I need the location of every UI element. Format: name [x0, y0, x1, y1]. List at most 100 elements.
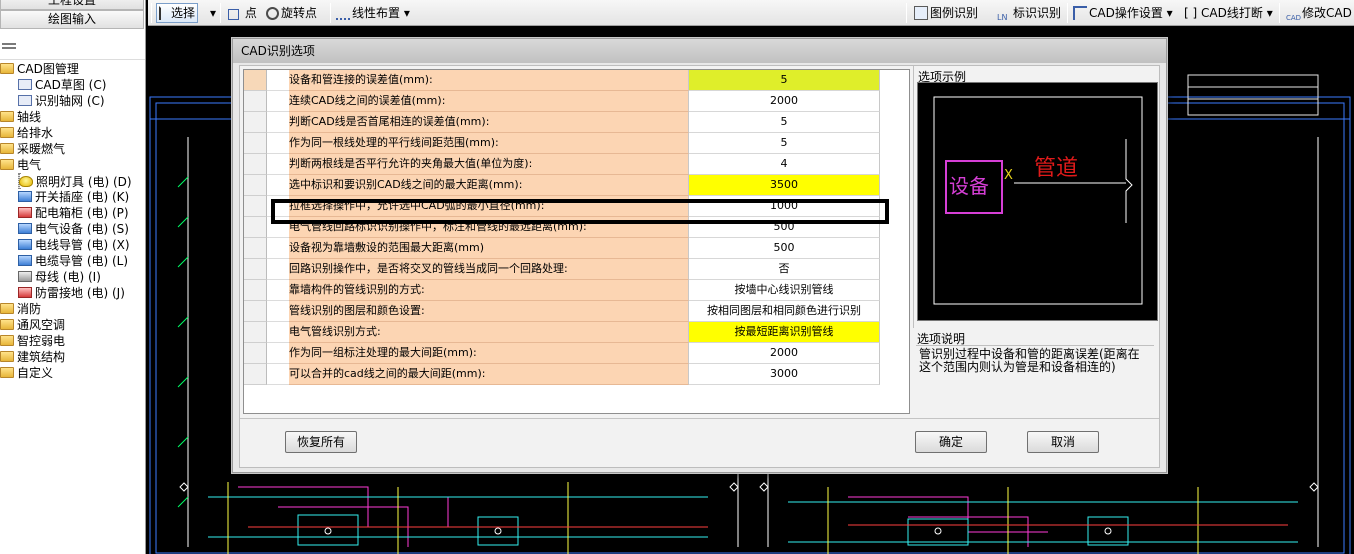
restore-all-button[interactable]: 恢复所有	[285, 431, 357, 453]
project-settings-button[interactable]: 工程设置	[0, 0, 144, 10]
toolbar-separator	[220, 3, 221, 23]
option-value[interactable]: 按最短距离识别管线	[689, 322, 880, 343]
option-value[interactable]: 2000	[689, 343, 880, 364]
row-header[interactable]	[244, 70, 267, 91]
option-row[interactable]: 选中标识和要识别CAD线之间的最大距离(mm): 3500	[244, 175, 880, 196]
option-label: 管线识别的图层和颜色设置:	[289, 301, 689, 322]
option-row[interactable]: 作为同一根线处理的平行线间距范围(mm): 5	[244, 133, 880, 154]
row-header[interactable]	[244, 217, 267, 238]
row-header[interactable]	[244, 259, 267, 280]
dialog-title[interactable]: CAD识别选项	[233, 39, 1166, 63]
row-header[interactable]	[244, 322, 267, 343]
option-value[interactable]: 500	[689, 217, 880, 238]
option-value[interactable]: 5	[689, 112, 880, 133]
option-row[interactable]: 作为同一组标注处理的最大间距(mm): 2000	[244, 343, 880, 364]
row-indent	[267, 238, 289, 259]
rotate-point-button[interactable]: 旋转点	[266, 3, 317, 23]
modify-cad-label: 修改CAD	[1302, 6, 1352, 20]
tree-item-label: 智控弱电	[17, 334, 66, 348]
modify-cad-icon: CAD	[1286, 14, 1302, 22]
option-value[interactable]: 5	[689, 70, 880, 91]
option-row[interactable]: 判断两根线是否平行允许的夹角最大值(单位为度): 4	[244, 154, 880, 175]
row-header[interactable]	[244, 364, 267, 385]
option-row[interactable]: 设备视为靠墙敷设的范围最大距离(mm) 500	[244, 238, 880, 259]
toolbar-separator	[906, 3, 907, 23]
option-value[interactable]: 4	[689, 154, 880, 175]
panel-grip[interactable]	[0, 34, 145, 60]
option-row[interactable]: 可以合并的cad线之间的最大间距(mm): 3000	[244, 364, 880, 385]
row-header[interactable]	[244, 196, 267, 217]
row-header[interactable]	[244, 301, 267, 322]
option-value[interactable]: 3500	[689, 175, 880, 196]
row-header[interactable]	[244, 280, 267, 301]
cad-settings-button[interactable]: CAD操作设置 ▾	[1073, 3, 1173, 23]
option-label: 设备和管连接的误差值(mm):	[289, 70, 689, 91]
modify-cad-button[interactable]: CAD修改CAD	[1286, 3, 1352, 23]
select-button[interactable]: 选择	[156, 3, 199, 23]
folder-icon	[0, 335, 14, 346]
select-dropdown-arrow[interactable]: ▾	[210, 3, 216, 23]
tree-item-label: 采暖燃气	[17, 142, 66, 156]
row-indent	[267, 70, 289, 91]
option-label: 设备视为靠墙敷设的范围最大距离(mm)	[289, 238, 689, 259]
chevron-down-icon: ▾	[1166, 6, 1173, 20]
linear-layout-button[interactable]: 线性布置 ▾	[336, 3, 410, 23]
folder-icon	[0, 367, 14, 378]
tree-item-label: 给排水	[17, 126, 54, 140]
cad-settings-icon	[1073, 6, 1087, 20]
option-value[interactable]: 按墙中心线识别管线	[689, 280, 880, 301]
ok-button[interactable]: 确定	[915, 431, 987, 453]
label-recognize-button[interactable]: LN 标识识别	[997, 3, 1061, 23]
row-indent	[267, 91, 289, 112]
option-row[interactable]: 电气管线回路标识识别操作中，标注和管线的最远距离(mm): 500	[244, 217, 880, 238]
rotate-point-label: 旋转点	[281, 6, 318, 20]
folder-icon	[0, 303, 14, 314]
option-row[interactable]: 设备和管连接的误差值(mm): 5	[244, 70, 880, 91]
drawing-input-button[interactable]: 绘图输入	[0, 10, 144, 29]
row-header[interactable]	[244, 175, 267, 196]
option-label: 作为同一根线处理的平行线间距范围(mm):	[289, 133, 689, 154]
option-row[interactable]: 靠墙构件的管线识别的方式: 按墙中心线识别管线	[244, 280, 880, 301]
legend-recognize-button[interactable]: 图例识别	[914, 3, 978, 23]
row-header[interactable]	[244, 112, 267, 133]
point-button[interactable]: 点	[228, 3, 257, 23]
cancel-button[interactable]: 取消	[1027, 431, 1099, 453]
tree-item-label: 识别轴网 (C)	[35, 94, 105, 108]
row-header[interactable]	[244, 154, 267, 175]
cad-break-button[interactable]: [ ] CAD线打断 ▾	[1184, 3, 1273, 23]
option-row[interactable]: 判断CAD线是否首尾相连的误差值(mm): 5	[244, 112, 880, 133]
option-value[interactable]: 1000	[689, 196, 880, 217]
option-row[interactable]: 回路识别操作中，是否将交叉的管线当成同一个回路处理: 否	[244, 259, 880, 280]
option-value[interactable]: 500	[689, 238, 880, 259]
row-header[interactable]	[244, 238, 267, 259]
option-value[interactable]: 2000	[689, 91, 880, 112]
option-label: 拉框选择操作中，允许选中CAD弧的最小直径(mm):	[289, 196, 689, 217]
option-value[interactable]: 按相同图层和相同颜色进行识别	[689, 301, 880, 322]
left-panel: 工程设置 绘图输入 CAD图管理 CAD草图 (C) 识别轴网 (C) 轴线 给排水 采暖…	[0, 0, 146, 554]
option-value[interactable]: 3000	[689, 364, 880, 385]
option-row[interactable]: 拉框选择操作中，允许选中CAD弧的最小直径(mm): 1000	[244, 196, 880, 217]
tree-item[interactable]: 照明灯具 (电) (D)	[18, 173, 132, 189]
cad-options-dialog: CAD识别选项 设备和管连接的误差值(mm): 5 连续CAD线之间的误差值(mm)…	[232, 38, 1167, 473]
option-value[interactable]: 否	[689, 259, 880, 280]
folder-icon	[0, 143, 14, 154]
option-row[interactable]: 电气管线识别方式: 按最短距离识别管线	[244, 322, 880, 343]
tree-item-label: 照明灯具 (电) (D)	[36, 175, 132, 189]
option-label: 选中标识和要识别CAD线之间的最大距离(mm):	[289, 175, 689, 196]
busbar-icon	[18, 271, 32, 282]
dialog-body: 设备和管连接的误差值(mm): 5 连续CAD线之间的误差值(mm): 2000 判断C…	[239, 65, 1160, 468]
row-indent	[267, 364, 289, 385]
folder-icon	[0, 111, 14, 122]
folder-icon	[0, 63, 14, 74]
option-label: 可以合并的cad线之间的最大间距(mm):	[289, 364, 689, 385]
cad-break-label: CAD线打断	[1201, 6, 1263, 20]
row-header[interactable]	[244, 133, 267, 154]
tree-item-label: 母线 (电) (I)	[35, 270, 101, 284]
row-header[interactable]	[244, 91, 267, 112]
option-value[interactable]: 5	[689, 133, 880, 154]
legend-recognize-label: 图例识别	[930, 6, 979, 20]
option-row[interactable]: 连续CAD线之间的误差值(mm): 2000	[244, 91, 880, 112]
tree-item-label: CAD图管理	[17, 62, 79, 76]
row-header[interactable]	[244, 343, 267, 364]
option-row[interactable]: 管线识别的图层和颜色设置: 按相同图层和相同颜色进行识别	[244, 301, 880, 322]
